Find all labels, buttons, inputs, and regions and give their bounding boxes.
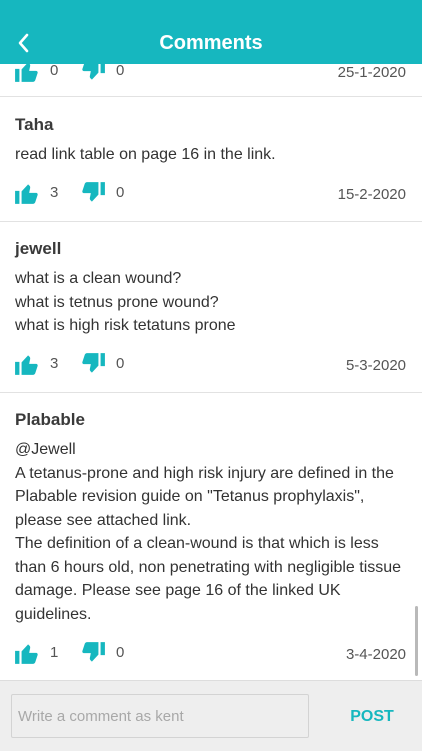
comment-date: 15-2-2020 [337,186,406,203]
thumbs-up-icon[interactable] [14,640,40,666]
thumbs-down-icon[interactable] [80,351,106,377]
comment-actions: 0 0 25-1-2020 [0,64,422,84]
post-button[interactable]: POST [340,706,404,728]
app-header: Comments [0,0,422,64]
comment-text: what is a clean wound? what is tetnus pr… [15,270,236,334]
comment-composer: POST [0,680,422,751]
comment-list[interactable]: 0 0 25-1-2020 Taha read link table on pa… [0,64,422,680]
comment-actions: 1 0 3-4-2020 [0,640,422,666]
like-count: 1 [50,644,59,661]
like-count: 3 [50,355,59,372]
thumbs-up-icon[interactable] [14,180,40,206]
thumbs-up-icon[interactable] [14,351,40,377]
dislike-count: 0 [116,355,125,372]
comment-author: jewell [15,239,62,258]
thumbs-down-icon[interactable] [80,64,106,84]
comment-date: 5-3-2020 [345,357,406,374]
comment-author: Taha [15,115,54,134]
thumbs-down-icon[interactable] [80,180,106,206]
divider [0,221,422,222]
dislike-count: 0 [116,64,125,79]
divider [0,392,422,393]
comment-author: Plabable [15,410,85,429]
comment-actions: 3 0 5-3-2020 [0,351,422,377]
divider [0,96,422,97]
comment-date: 3-4-2020 [345,646,406,663]
scrollbar[interactable] [415,606,418,676]
page-title: Comments [159,32,263,54]
dislike-count: 0 [116,184,125,201]
comment-text: @Jewell A tetanus-prone and high risk in… [15,441,402,623]
thumbs-down-icon[interactable] [80,640,106,666]
comment-input[interactable] [11,694,309,738]
like-count: 3 [50,184,59,201]
comment-text: read link table on page 16 in the link. [15,146,276,163]
dislike-count: 0 [116,644,125,661]
comment-date: 25-1-2020 [337,64,406,81]
thumbs-up-icon[interactable] [14,64,40,84]
like-count: 0 [50,64,59,79]
comment-actions: 3 0 15-2-2020 [0,180,422,206]
